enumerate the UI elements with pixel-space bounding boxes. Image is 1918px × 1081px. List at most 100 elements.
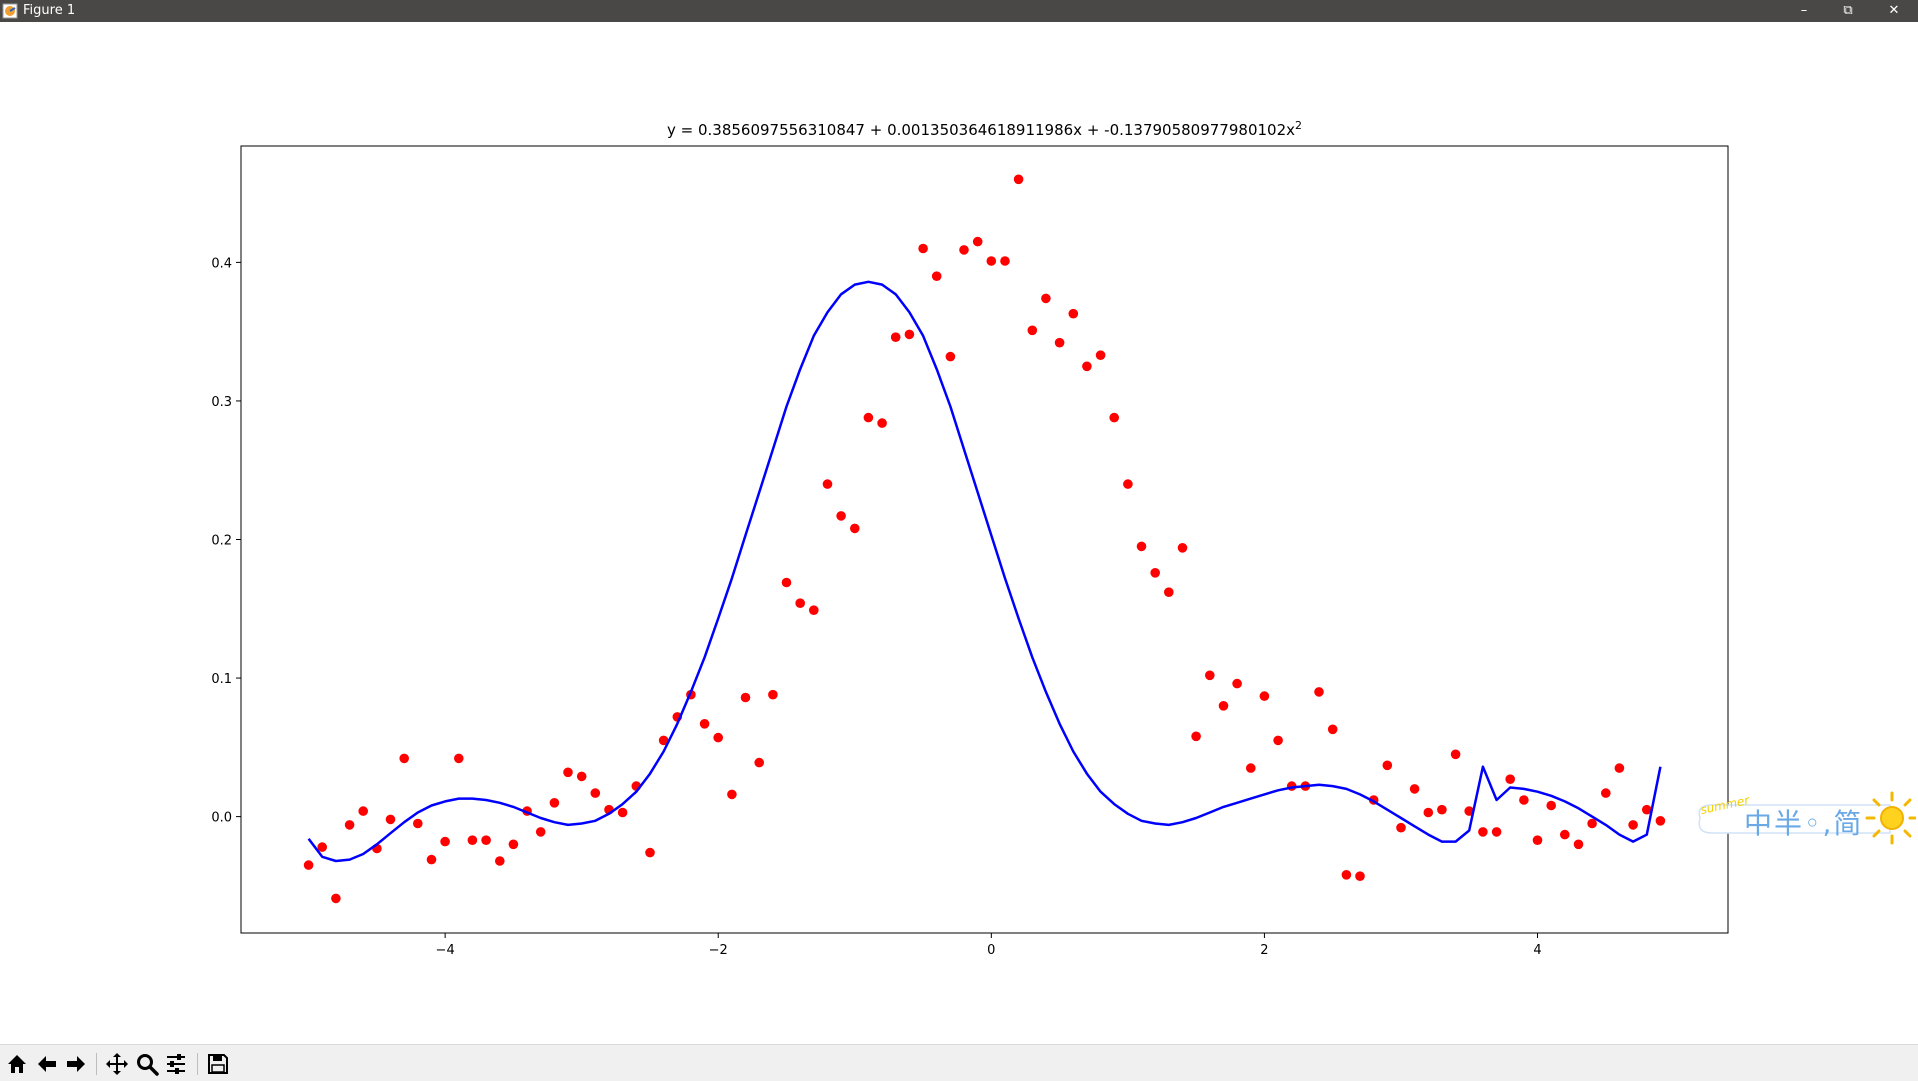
data-point <box>385 814 396 825</box>
x-tick-label: 4 <box>1533 943 1541 958</box>
data-point <box>563 767 573 778</box>
data-point <box>1259 691 1270 701</box>
data-point <box>426 854 437 865</box>
toolbar-separator <box>197 1053 198 1075</box>
data-point <box>727 789 737 800</box>
data-point <box>1355 871 1365 881</box>
pan-button[interactable] <box>104 1051 130 1077</box>
data-point <box>1314 687 1324 697</box>
home-icon <box>8 1055 26 1073</box>
data-point <box>440 836 450 847</box>
data-point <box>467 835 478 845</box>
data-point <box>1587 818 1597 829</box>
data-point <box>413 818 423 829</box>
data-point <box>549 798 560 808</box>
pan-icon <box>106 1053 128 1075</box>
home-button[interactable] <box>4 1051 30 1077</box>
data-point <box>1437 804 1447 815</box>
restore-button[interactable]: ⧉ <box>1826 0 1870 22</box>
data-point <box>768 689 778 700</box>
data-point <box>1218 701 1229 711</box>
chart-title: y = 0.3856097556310847 + 0.0013503646189… <box>667 119 1302 139</box>
data-point <box>795 598 805 608</box>
data-point <box>1109 412 1119 423</box>
figure-canvas[interactable]: y = 0.3856097556310847 + 0.0013503646189… <box>0 22 1918 1044</box>
data-point <box>1054 337 1065 348</box>
x-tick-label: 0 <box>987 943 995 958</box>
data-point <box>1382 760 1393 771</box>
chart: y = 0.3856097556310847 + 0.0013503646189… <box>211 119 1729 958</box>
data-point <box>863 412 874 423</box>
data-point <box>931 271 942 281</box>
data-point <box>331 893 341 904</box>
data-point <box>1532 835 1543 845</box>
data-point <box>1519 795 1529 805</box>
data-point <box>454 753 464 764</box>
data-point <box>399 753 410 764</box>
save-icon <box>208 1054 228 1074</box>
back-button[interactable] <box>34 1051 60 1077</box>
data-point <box>576 771 587 782</box>
zoom-icon <box>137 1054 159 1076</box>
data-point <box>1041 293 1051 304</box>
data-point <box>1450 749 1461 760</box>
data-point <box>1123 479 1133 489</box>
matplotlib-app-icon <box>2 3 18 19</box>
data-point <box>1614 763 1625 773</box>
data-point <box>1027 325 1038 336</box>
y-tick-label: 0.3 <box>211 395 232 410</box>
data-point <box>986 256 997 266</box>
configure-subplots-icon <box>167 1054 185 1074</box>
save-button[interactable] <box>205 1051 231 1077</box>
data-point <box>850 523 860 534</box>
data-point <box>754 757 764 768</box>
data-point <box>1191 731 1201 742</box>
back-icon <box>38 1056 56 1072</box>
data-point <box>617 807 628 818</box>
data-point <box>1068 308 1079 319</box>
sun-icon <box>1865 791 1917 845</box>
data-point <box>1628 820 1638 830</box>
data-point <box>1246 763 1256 773</box>
data-point <box>1327 724 1338 735</box>
navigation-toolbar <box>0 1044 1918 1081</box>
zoom-button[interactable] <box>134 1051 160 1077</box>
data-point <box>740 692 751 703</box>
x-tick-label: −4 <box>436 943 455 958</box>
data-point <box>303 860 314 870</box>
data-point <box>1205 670 1215 681</box>
fitted-curve <box>307 280 1662 863</box>
data-point <box>1232 678 1242 689</box>
data-point <box>481 835 491 845</box>
x-tick-label: −2 <box>709 943 728 958</box>
data-point <box>1546 800 1556 811</box>
forward-button[interactable] <box>63 1051 89 1077</box>
data-point <box>535 827 546 837</box>
y-tick-label: 0.1 <box>211 672 232 687</box>
data-point <box>645 847 655 858</box>
toolbar-separator <box>96 1053 97 1075</box>
data-point <box>1082 361 1092 372</box>
configure-subplots-button[interactable] <box>163 1051 189 1077</box>
data-point <box>1491 827 1502 837</box>
data-point <box>904 329 915 340</box>
data-point <box>1396 822 1406 833</box>
minimize-button[interactable]: – <box>1782 0 1826 22</box>
data-point <box>877 418 887 428</box>
chart-title-superscript: 2 <box>1295 119 1302 132</box>
close-button[interactable]: ✕ <box>1872 0 1916 22</box>
ime-status-widget[interactable]: summer 中半◦,简 <box>1694 788 1917 846</box>
data-point <box>344 820 355 830</box>
y-tick-label: 0.2 <box>211 534 232 549</box>
data-point <box>590 788 601 798</box>
data-point <box>972 236 983 247</box>
data-point <box>358 806 369 816</box>
data-point <box>1000 256 1010 266</box>
y-tick-label: 0.0 <box>211 811 232 826</box>
data-point <box>1177 543 1188 553</box>
ime-mode-text: 中半◦,简 <box>1744 807 1864 840</box>
data-point <box>918 243 928 254</box>
data-point <box>1601 788 1611 798</box>
window-title: Figure 1 <box>23 3 76 18</box>
plot-frame <box>240 145 1729 934</box>
